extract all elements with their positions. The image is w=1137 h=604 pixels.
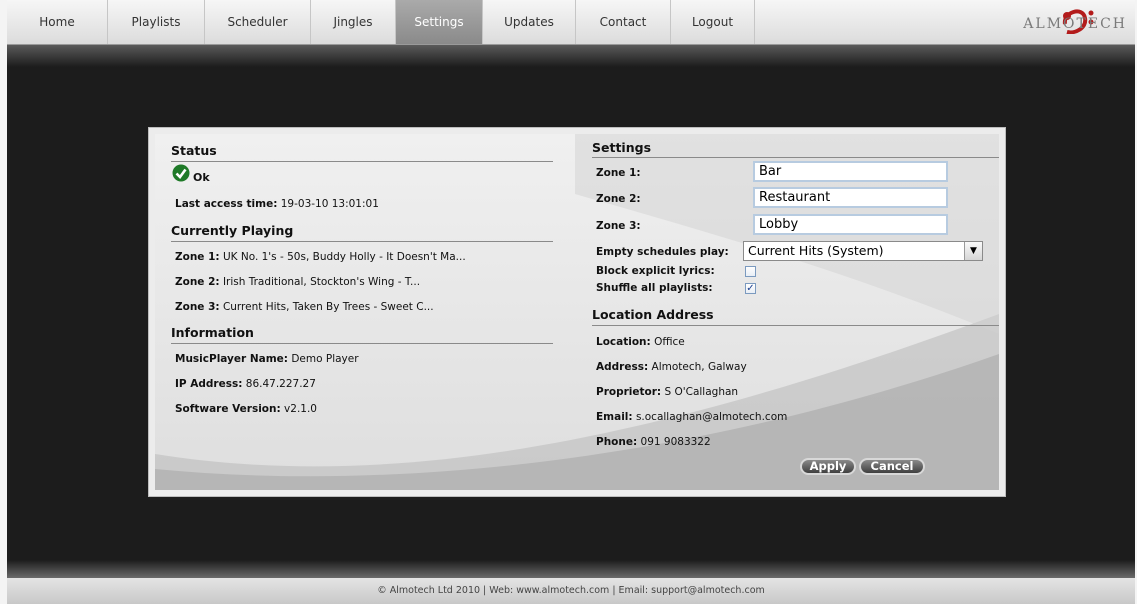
zone-3-name-input[interactable]: Lobby bbox=[753, 214, 948, 235]
location-label: Location: bbox=[596, 336, 651, 348]
shuffle-label: Shuffle all playlists: bbox=[596, 282, 713, 294]
nav-logout[interactable]: Logout bbox=[671, 0, 755, 44]
phone-label: Phone: bbox=[596, 436, 638, 448]
playing-zone-track: Current Hits, Taken By Trees - Sweet C..… bbox=[222, 301, 434, 313]
info-value: v2.1.0 bbox=[284, 403, 317, 415]
nav-playlists[interactable]: Playlists bbox=[108, 0, 205, 44]
playing-zone-track: Irish Traditional, Stockton's Wing - T..… bbox=[222, 276, 421, 288]
info-value: 86.47.227.27 bbox=[245, 378, 316, 390]
location-divider bbox=[592, 325, 999, 326]
email-value: s.ocallaghan@almotech.com bbox=[635, 411, 788, 423]
playing-zone-2: Zone 2: Irish Traditional, Stockton's Wi… bbox=[175, 276, 420, 288]
settings-divider bbox=[592, 157, 999, 158]
nav-scheduler[interactable]: Scheduler bbox=[205, 0, 311, 44]
logo-wordmark: ALMOTECH bbox=[1023, 16, 1127, 32]
last-access-row: Last access time: 19-03-10 13:01:01 bbox=[175, 198, 379, 210]
nav-shadow-strip bbox=[7, 45, 1135, 67]
info-label: MusicPlayer Name: bbox=[175, 353, 288, 365]
top-navigation: Home Playlists Scheduler Jingles Setting… bbox=[7, 0, 1135, 45]
nav-contact[interactable]: Contact bbox=[576, 0, 671, 44]
info-row-ip-address: IP Address: 86.47.227.27 bbox=[175, 378, 316, 390]
playing-zone-1: Zone 1: UK No. 1's - 50s, Buddy Holly - … bbox=[175, 251, 466, 263]
location-value: Office bbox=[654, 336, 685, 348]
zone-1-name-input[interactable]: Bar bbox=[753, 161, 948, 182]
proprietor-row: Proprietor: S O'Callaghan bbox=[596, 386, 738, 398]
nav-home[interactable]: Home bbox=[7, 0, 108, 44]
information-heading: Information bbox=[171, 325, 254, 340]
last-access-label: Last access time: bbox=[175, 198, 278, 210]
footer: © Almotech Ltd 2010 | Web: www.almotech.… bbox=[7, 578, 1135, 604]
zone-3-label: Zone 3: bbox=[596, 220, 641, 232]
nav-settings[interactable]: Settings bbox=[396, 0, 483, 44]
almotech-logo: ALMOTECH bbox=[1023, 4, 1127, 40]
zone-1-label: Zone 1: bbox=[596, 167, 641, 179]
phone-row: Phone: 091 9083322 bbox=[596, 436, 711, 448]
status-settings-panel: Status Ok Last access time: 19-03-10 13:… bbox=[148, 127, 1006, 497]
zone-2-name-input[interactable]: Restaurant bbox=[753, 187, 948, 208]
playing-zone-3: Zone 3: Current Hits, Taken By Trees - S… bbox=[175, 301, 434, 313]
panel-body: Status Ok Last access time: 19-03-10 13:… bbox=[155, 134, 999, 490]
address-label: Address: bbox=[596, 361, 649, 373]
nav-updates[interactable]: Updates bbox=[483, 0, 576, 44]
app-frame: Home Playlists Scheduler Jingles Setting… bbox=[7, 0, 1135, 604]
info-label: IP Address: bbox=[175, 378, 243, 390]
phone-value: 091 9083322 bbox=[640, 436, 711, 448]
empty-schedules-select[interactable]: Current Hits (System) ▼ bbox=[743, 241, 983, 261]
playing-zone-label: Zone 2: bbox=[175, 276, 220, 288]
nav-jingles[interactable]: Jingles bbox=[311, 0, 396, 44]
zone-2-label: Zone 2: bbox=[596, 193, 641, 205]
block-explicit-checkbox[interactable] bbox=[745, 266, 756, 277]
chevron-down-icon[interactable]: ▼ bbox=[964, 242, 982, 260]
location-heading: Location Address bbox=[592, 307, 714, 322]
check-circle-icon bbox=[172, 164, 190, 182]
location-row: Location: Office bbox=[596, 336, 685, 348]
cancel-button[interactable]: Cancel bbox=[859, 458, 925, 475]
proprietor-value: S O'Callaghan bbox=[664, 386, 739, 398]
information-divider bbox=[171, 343, 553, 344]
currently-playing-divider bbox=[171, 241, 553, 242]
info-label: Software Version: bbox=[175, 403, 281, 415]
info-row-software-version: Software Version: v2.1.0 bbox=[175, 403, 317, 415]
shuffle-checkbox[interactable]: ✓ bbox=[745, 283, 756, 294]
info-row-player-name: MusicPlayer Name: Demo Player bbox=[175, 353, 359, 365]
footer-shadow-strip bbox=[7, 560, 1135, 578]
playing-zone-label: Zone 3: bbox=[175, 301, 220, 313]
email-label: Email: bbox=[596, 411, 633, 423]
playing-zone-label: Zone 1: bbox=[175, 251, 220, 263]
empty-schedules-selected: Current Hits (System) bbox=[748, 243, 884, 258]
address-row: Address: Almotech, Galway bbox=[596, 361, 747, 373]
last-access-value: 19-03-10 13:01:01 bbox=[280, 198, 379, 210]
empty-schedules-label: Empty schedules play: bbox=[596, 246, 729, 258]
apply-button[interactable]: Apply bbox=[800, 458, 856, 475]
proprietor-label: Proprietor: bbox=[596, 386, 662, 398]
playing-zone-track: UK No. 1's - 50s, Buddy Holly - It Doesn… bbox=[222, 251, 466, 263]
status-state: Ok bbox=[193, 171, 210, 184]
footer-text: © Almotech Ltd 2010 | Web: www.almotech.… bbox=[377, 585, 765, 596]
currently-playing-heading: Currently Playing bbox=[171, 223, 294, 238]
address-value: Almotech, Galway bbox=[651, 361, 747, 373]
block-explicit-label: Block explicit lyrics: bbox=[596, 265, 715, 277]
info-value: Demo Player bbox=[291, 353, 359, 365]
settings-heading: Settings bbox=[592, 140, 652, 155]
email-row: Email: s.ocallaghan@almotech.com bbox=[596, 411, 787, 423]
status-divider bbox=[171, 161, 553, 162]
status-heading: Status bbox=[171, 143, 217, 158]
